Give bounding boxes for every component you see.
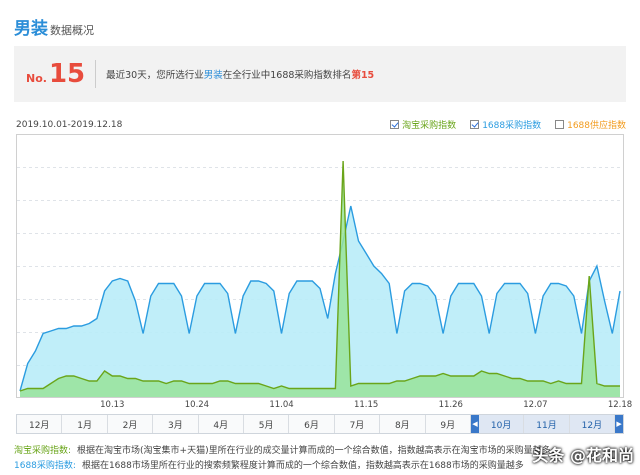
legend-1688-purchase[interactable]: 1688采购指数 [470, 118, 541, 131]
legend-label: 1688供应指数 [567, 121, 626, 131]
page-title: 男装 数据概况 [14, 14, 94, 40]
nav-month[interactable]: 10月 [478, 415, 525, 433]
legend-taobao-purchase[interactable]: 淘宝采购指数 [390, 118, 456, 131]
watermark: 头条 @花和尚 [532, 446, 634, 465]
x-tick-label: 12.07 [523, 400, 548, 410]
nav-month[interactable]: 12月 [569, 415, 616, 433]
legend-label: 淘宝采购指数 [402, 121, 457, 131]
checkbox-1688-supply[interactable] [555, 120, 565, 129]
index-trend-chart [16, 134, 624, 398]
rank-badge: No. 15 [26, 59, 85, 89]
nav-month[interactable]: 5月 [244, 415, 290, 433]
x-tick-label: 11.04 [269, 400, 294, 410]
rank-text-middle: 在全行业中1688采购指数排名 [222, 70, 352, 81]
note-label: 1688采购指数: [14, 461, 76, 471]
legend-label: 1688采购指数 [482, 121, 542, 131]
x-axis: 10.13 10.24 11.04 11.15 11.26 12.07 12.18 [16, 398, 632, 412]
section-title: 数据概况 [50, 24, 94, 37]
legend-1688-supply[interactable]: 1688供应指数 [555, 118, 626, 131]
x-tick-label: 10.13 [100, 400, 125, 410]
nav-month[interactable]: 12月 [17, 415, 63, 433]
x-tick-label: 10.24 [184, 400, 210, 410]
checkbox-1688-purchase[interactable] [470, 120, 480, 129]
rank-divider [95, 60, 97, 88]
chart-legend: 淘宝采购指数 1688采购指数 1688供应指数 [390, 118, 626, 131]
x-tick-label: 12.18 [607, 400, 633, 410]
category-title: 男装 [14, 19, 48, 39]
note-taobao: 淘宝采购指数: 根据在淘宝市场(淘宝集市+天猫)里所在行业的成交量计算而成的一个综… [14, 444, 551, 459]
note-label: 淘宝采购指数: [14, 446, 72, 456]
note-text: 根据在1688市场里所在行业的搜索频繁程度计算而成的一个综合数值，指数越高表示在… [81, 461, 524, 471]
note-1688: 1688采购指数: 根据在1688市场里所在行业的搜索频繁程度计算而成的一个综合数… [14, 459, 551, 474]
nav-month[interactable]: 3月 [153, 415, 199, 433]
nav-month[interactable]: 4月 [199, 415, 244, 433]
date-range: 2019.10.01-2019.12.18 [16, 120, 123, 130]
index-notes: 淘宝采购指数: 根据在淘宝市场(淘宝集市+天猫)里所在行业的成交量计算而成的一个综… [14, 444, 551, 474]
nav-month[interactable]: 9月 [426, 415, 471, 433]
rank-description: 最近30天，您所选行业男装在全行业中1688采购指数排名第15 [106, 67, 374, 81]
rank-text-before: 最近30天，您所选行业 [106, 70, 204, 81]
range-handle-left[interactable]: ◀ [470, 415, 479, 433]
nav-month[interactable]: 8月 [380, 415, 426, 433]
month-range-navigator[interactable]: 12月 1月 2月 3月 4月 5月 6月 7月 8月 9月 ◀ 10月 11月 12月 ▶ [16, 414, 624, 434]
nav-month[interactable]: 6月 [289, 415, 335, 433]
nav-month[interactable]: 7月 [335, 415, 381, 433]
rank-number: 15 [48, 59, 86, 89]
x-tick-label: 11.15 [353, 400, 379, 410]
chart-svg [16, 134, 624, 398]
rank-category: 男装 [203, 70, 223, 81]
rank-position: 第15 [351, 70, 375, 81]
rank-summary: No. 15 最近30天，您所选行业男装在全行业中1688采购指数排名第15 [14, 46, 626, 102]
nav-month[interactable]: 2月 [108, 415, 154, 433]
nav-month[interactable]: 11月 [524, 415, 570, 433]
rank-prefix: No. [26, 72, 47, 85]
note-text: 根据在淘宝市场(淘宝集市+天猫)里所在行业的成交量计算而成的一个综合数值，指数越… [77, 446, 551, 456]
range-handle-right[interactable]: ▶ [615, 415, 624, 433]
x-tick-label: 11.26 [438, 400, 463, 410]
checkbox-taobao-purchase[interactable] [390, 120, 400, 129]
nav-month[interactable]: 1月 [62, 415, 108, 433]
